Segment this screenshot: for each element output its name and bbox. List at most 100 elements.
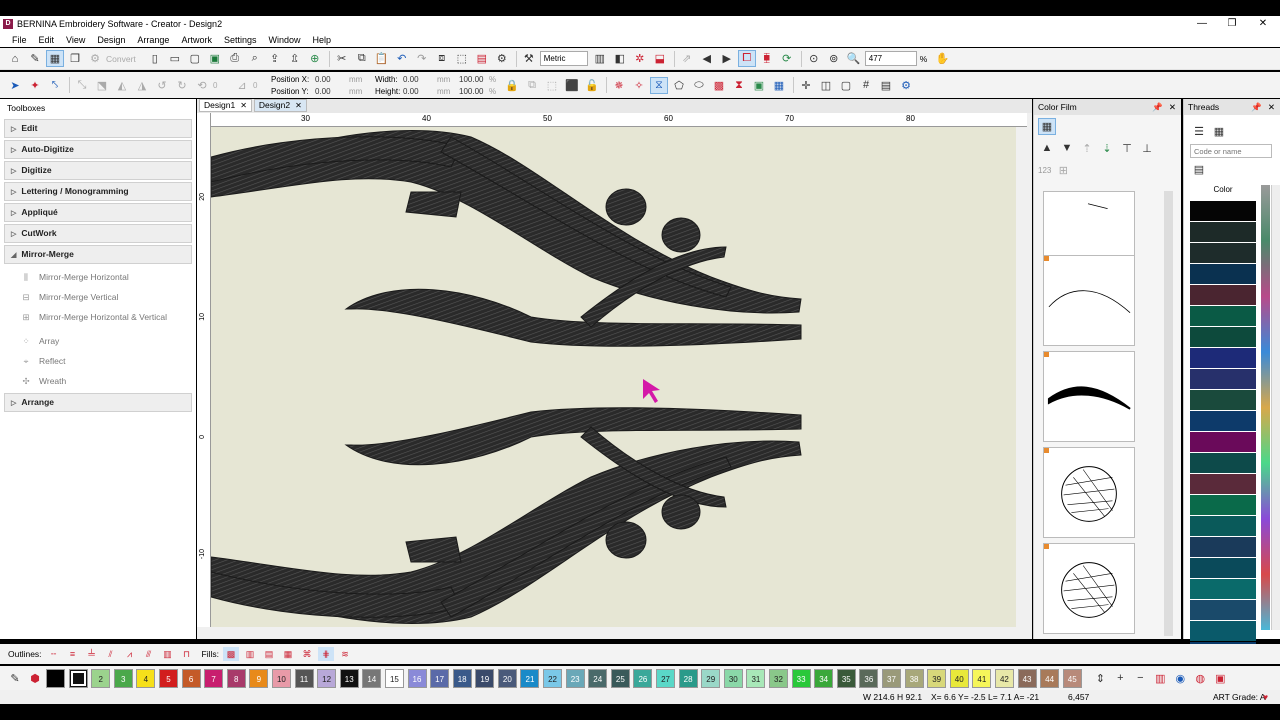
settings-gear-icon[interactable]: ⚙ [493, 50, 511, 67]
thread-chart-icon[interactable]: ▥ [1151, 670, 1169, 687]
menu-settings[interactable]: Settings [224, 35, 257, 45]
edit-canvas-icon[interactable]: ✎ [26, 50, 44, 67]
travel-forward-icon[interactable]: ▶ [718, 50, 736, 67]
add-color-icon[interactable]: + [1111, 670, 1129, 687]
color-film-scrollbar[interactable] [1164, 191, 1173, 636]
color-chip[interactable]: 24 [588, 668, 608, 688]
color-chip[interactable]: 41 [972, 668, 992, 688]
menu-arrange[interactable]: Arrange [137, 35, 169, 45]
toolbox-auto-digitize[interactable]: ▷ Auto-Digitize [4, 140, 192, 159]
color-chip[interactable]: 15 [384, 668, 404, 688]
reflect-item[interactable]: ⌖ Reflect [0, 351, 196, 371]
thread-swatch[interactable] [1190, 579, 1256, 599]
color-chip[interactable]: 8 [226, 668, 246, 688]
color-chip[interactable]: 6 [181, 668, 201, 688]
outline-motif-icon[interactable]: ▥ [160, 647, 176, 661]
export-machine-icon[interactable]: ⇪ [266, 50, 284, 67]
polygon-select-icon[interactable]: ⤣ [46, 77, 64, 94]
travel-icon[interactable]: ⇗ [678, 50, 696, 67]
color-chip[interactable]: 19 [475, 668, 495, 688]
color-chip[interactable]: 4 [136, 668, 156, 688]
thread-chart-icon[interactable]: ▤ [1190, 161, 1208, 178]
color-chip[interactable]: 3 [113, 668, 133, 688]
zoom-icon[interactable]: ⊙ [805, 50, 823, 67]
thread-spool-icon[interactable]: ◍ [1191, 670, 1209, 687]
grid-icon[interactable]: # [857, 77, 875, 94]
thread-search-input[interactable] [1190, 144, 1272, 158]
outline-triple-icon[interactable]: ≡ [65, 647, 81, 661]
undo-icon[interactable]: ↶ [393, 50, 411, 67]
reshape-icon[interactable]: ⬚ [453, 50, 471, 67]
break-apart-icon[interactable]: ⧗ [730, 77, 748, 94]
align-icon[interactable]: ⧉ [523, 77, 541, 94]
color-chip[interactable]: 25 [610, 668, 630, 688]
color-chip[interactable]: 39 [927, 668, 947, 688]
home-icon[interactable]: ⌂ [6, 50, 24, 67]
color-chip[interactable]: 28 [678, 668, 698, 688]
mirror-merge-horizontal[interactable]: ⫼ Mirror-Merge Horizontal [0, 267, 196, 287]
fill-cross-icon[interactable]: ⌘ [299, 647, 315, 661]
palette-editor-icon[interactable]: ▣ [1211, 670, 1229, 687]
thread-swatch[interactable] [1190, 495, 1256, 515]
show-objects-icon[interactable]: ⬓ [651, 50, 669, 67]
redo-icon[interactable]: ↷ [413, 50, 431, 67]
thread-swatch[interactable] [1190, 285, 1256, 305]
shape-icon[interactable]: ⬠ [670, 77, 688, 94]
pin-icon[interactable]: 📌 [1251, 99, 1262, 115]
rotate-angle-icon[interactable]: ⟲ [193, 77, 211, 94]
color-chip[interactable]: 27 [656, 668, 676, 688]
outline-blanket-icon[interactable]: ╧ [84, 647, 100, 661]
outline-zigzag-icon[interactable]: ⩘ [122, 647, 138, 661]
position-x-input[interactable]: 0.00 [315, 75, 349, 84]
color-chip[interactable]: 34 [814, 668, 834, 688]
color-chip[interactable]: 33 [791, 668, 811, 688]
rotate-left-icon[interactable]: ↺ [153, 77, 171, 94]
center-icon[interactable]: ✛ [797, 77, 815, 94]
thread-swatch[interactable] [1190, 474, 1256, 494]
color-select-icon[interactable]: ⧯ [758, 50, 776, 67]
scale-h-input[interactable]: 100.00 [459, 87, 489, 96]
ungroup-icon[interactable]: ⬛ [563, 77, 581, 94]
thread-swatch[interactable] [1190, 390, 1256, 410]
color-chip[interactable]: 21 [520, 668, 540, 688]
top-icon[interactable]: ⊤ [1118, 140, 1136, 157]
zoom-fit-icon[interactable]: ⊚ [825, 50, 843, 67]
color-chip[interactable]: 29 [701, 668, 721, 688]
mirror-v-icon[interactable]: ◮ [133, 77, 151, 94]
color-blend-icon[interactable]: ▣ [750, 77, 768, 94]
thread-swatch[interactable] [1190, 600, 1256, 620]
film-frame[interactable] [1043, 543, 1135, 634]
select-points-icon[interactable]: ✦ [26, 77, 44, 94]
scale-w-input[interactable]: 100.00 [459, 75, 489, 84]
color-chip[interactable]: 14 [362, 668, 382, 688]
thread-swatch[interactable] [1190, 264, 1256, 284]
move-down-icon[interactable]: ⇣ [1098, 140, 1116, 157]
cut-icon[interactable]: ✂ [333, 50, 351, 67]
menu-edit[interactable]: Edit [39, 35, 55, 45]
show-hoop-icon[interactable]: ◧ [611, 50, 629, 67]
sequence-icon[interactable]: ⊞ [1054, 162, 1072, 179]
lock-icon[interactable]: 🔓 [583, 77, 601, 94]
color-chip[interactable]: 12 [317, 668, 337, 688]
pin-icon[interactable]: 📌 [1152, 99, 1163, 115]
slant-angle[interactable]: 0 [253, 81, 271, 90]
width-input[interactable]: 0.00 [403, 75, 437, 84]
color-chip[interactable]: 22 [543, 668, 563, 688]
fill-pattern-icon[interactable]: ▦ [280, 647, 296, 661]
color-chip[interactable]: 13 [339, 668, 359, 688]
thread-swatch[interactable] [1190, 516, 1256, 536]
color-chip[interactable] [68, 668, 88, 688]
pan-hand-icon[interactable]: ✋ [933, 50, 951, 67]
move-last-icon[interactable]: ▼ [1058, 140, 1076, 157]
thread-swatch[interactable] [1190, 222, 1256, 242]
toolbox-cutwork[interactable]: ▷ CutWork [4, 224, 192, 243]
fill-satin-icon[interactable]: ▥ [242, 647, 258, 661]
color-chip[interactable] [46, 668, 65, 688]
outline-double-icon[interactable]: ⫻ [141, 647, 157, 661]
ellipse-icon[interactable]: ⬭ [690, 77, 708, 94]
show-picture-icon[interactable]: ▥ [591, 50, 609, 67]
paste-icon[interactable]: 📋 [373, 50, 391, 67]
close-tab-icon[interactable]: ✕ [240, 99, 247, 112]
color-chip[interactable]: 45 [1062, 668, 1082, 688]
thread-swatch[interactable] [1190, 306, 1256, 326]
